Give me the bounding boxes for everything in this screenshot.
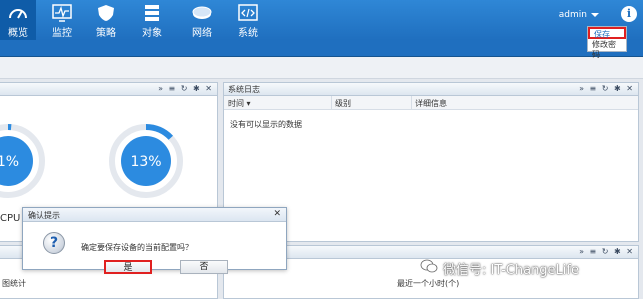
watermark-text: 微信号: IT-ChangeLife — [443, 263, 579, 278]
close-icon[interactable]: ✕ — [205, 84, 213, 93]
no-button[interactable]: 否 — [180, 260, 228, 274]
toolbar-strip — [0, 57, 643, 79]
column-divider[interactable] — [331, 96, 332, 110]
settings-icon[interactable]: ✱ — [614, 247, 622, 256]
panel-title: 系统日志 — [228, 85, 260, 94]
log-table-header: 时间 ▾ 级别 详细信息 — [224, 96, 638, 110]
panel-tools: » ≡ ↻ ✱ ✕ — [157, 84, 213, 93]
nav-item-network[interactable]: 网络 — [184, 0, 220, 40]
nav-label: 系统 — [238, 28, 258, 39]
nav-item-policy[interactable]: 策略 — [88, 0, 124, 40]
yes-button[interactable]: 是 — [104, 260, 152, 274]
close-icon[interactable]: ✕ — [626, 247, 634, 256]
column-divider[interactable] — [411, 96, 412, 110]
list-icon[interactable]: ≡ — [590, 84, 598, 93]
nav-label: 策略 — [96, 28, 116, 39]
monitor-icon — [52, 4, 72, 22]
settings-icon[interactable]: ✱ — [614, 84, 622, 93]
gauge-value: 13% — [130, 154, 161, 170]
panel-tools: » ≡ ↻ ✱ ✕ — [578, 247, 634, 256]
nav-label: 监控 — [52, 28, 72, 39]
collapse-icon[interactable]: » — [158, 84, 164, 93]
code-icon — [238, 4, 258, 21]
nav-label: 对象 — [142, 28, 162, 39]
nav-label: 概览 — [8, 28, 28, 39]
panel-tools: » ≡ ↻ ✱ ✕ — [578, 84, 634, 93]
server-icon — [145, 5, 159, 21]
memory-gauge: 13% — [109, 124, 183, 198]
gauge-value: 1% — [0, 154, 19, 170]
refresh-icon[interactable]: ↻ — [181, 84, 189, 93]
chevron-down-icon — [591, 12, 599, 17]
change-password-menu-item[interactable]: 修改密码 — [588, 39, 626, 59]
router-icon — [192, 6, 212, 19]
nav-item-overview[interactable]: 概览 — [0, 0, 36, 40]
cpu-gauge: 1% — [0, 124, 45, 198]
close-icon[interactable]: ✕ — [626, 84, 634, 93]
collapse-icon[interactable]: » — [579, 247, 585, 256]
column-header-details[interactable]: 详细信息 — [415, 98, 447, 109]
nav-item-monitor[interactable]: 监控 — [44, 0, 80, 40]
panel-caption: 最近一个小时(个) — [397, 279, 460, 288]
sub-navigation-bar — [0, 40, 643, 57]
user-menu-toggle[interactable]: admin — [559, 10, 599, 20]
dialog-title: 确认提示 — [28, 211, 60, 220]
panel-header: » ≡ ↻ ✱ ✕ — [0, 83, 217, 96]
save-menu-item[interactable]: 保存 — [588, 27, 626, 39]
refresh-icon[interactable]: ↻ — [602, 247, 610, 256]
top-navigation: 概览 监控 策略 对象 网络 系统 admin i — [0, 0, 643, 40]
username: admin — [558, 10, 587, 20]
nav-label: 网络 — [192, 28, 212, 39]
cpu-label: CPU — [0, 213, 21, 224]
close-icon[interactable]: ✕ — [273, 209, 281, 219]
question-icon: ? — [43, 232, 65, 254]
panel-header: 系统日志 » ≡ ↻ ✱ ✕ — [224, 83, 638, 96]
user-dropdown-menu: 保存 修改密码 — [587, 26, 627, 59]
confirm-dialog: 确认提示 ✕ ? 确定要保存设备的当前配置吗？ 是 否 — [22, 207, 287, 274]
settings-icon[interactable]: ✱ — [193, 84, 201, 93]
wechat-icon — [420, 259, 438, 273]
column-header-time[interactable]: 时间 ▾ — [228, 98, 251, 109]
refresh-icon[interactable]: ↻ — [602, 84, 610, 93]
panel-caption: 图统计 — [2, 279, 26, 288]
nav-item-objects[interactable]: 对象 — [134, 0, 170, 40]
empty-message: 没有可以显示的数据 — [230, 120, 302, 129]
list-icon[interactable]: ≡ — [590, 247, 598, 256]
column-header-level[interactable]: 级别 — [335, 98, 351, 109]
gauge-icon — [9, 9, 27, 19]
nav-item-system[interactable]: 系统 — [230, 0, 266, 40]
dialog-header: 确认提示 ✕ — [23, 208, 286, 222]
list-icon[interactable]: ≡ — [169, 84, 177, 93]
collapse-icon[interactable]: » — [579, 84, 585, 93]
info-icon[interactable]: i — [621, 6, 637, 22]
dialog-message: 确定要保存设备的当前配置吗？ — [81, 243, 193, 252]
shield-icon — [98, 5, 114, 21]
